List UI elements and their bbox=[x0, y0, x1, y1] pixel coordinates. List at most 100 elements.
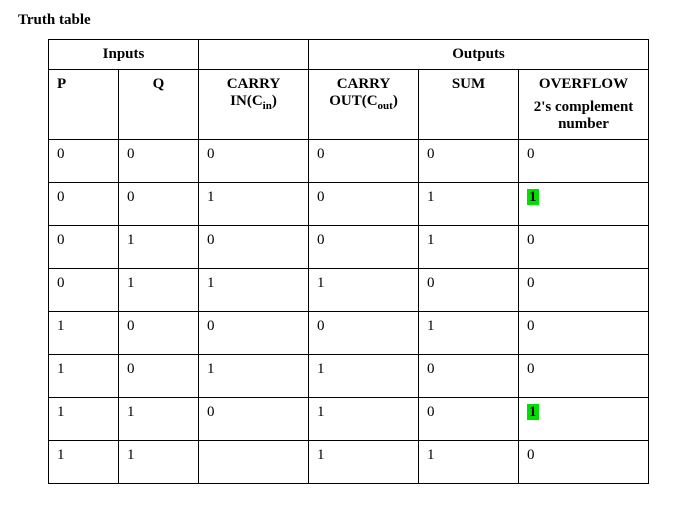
cell-sum: 1 bbox=[419, 441, 519, 484]
cell-value: 1 bbox=[527, 404, 539, 420]
cell-cout: 1 bbox=[309, 398, 419, 441]
cell-value: 0 bbox=[317, 189, 325, 205]
cell-cin bbox=[199, 441, 309, 484]
cell-value: 1 bbox=[127, 232, 135, 248]
cell-cout: 1 bbox=[309, 441, 419, 484]
cell-value: 0 bbox=[527, 318, 535, 334]
cell-cin: 0 bbox=[199, 398, 309, 441]
table-row: 0 0 1 0 1 1 bbox=[49, 183, 649, 226]
cell-value: 1 bbox=[317, 361, 325, 377]
cell-value: 0 bbox=[317, 232, 325, 248]
outputs-group-header: Outputs bbox=[309, 40, 649, 70]
cell-ov: 0 bbox=[519, 140, 649, 183]
table-row: 000000 bbox=[49, 140, 649, 183]
cell-sum: 0 bbox=[419, 140, 519, 183]
cell-value: 1 bbox=[207, 275, 215, 291]
cell-value: 0 bbox=[127, 189, 135, 205]
col-header-overflow: OVERFLOW 2's complement number bbox=[519, 70, 649, 140]
cell-q: 1 bbox=[119, 398, 199, 441]
cell-cout: 0 bbox=[309, 312, 419, 355]
cell-sum: 1 bbox=[419, 183, 519, 226]
cell-value: 1 bbox=[317, 275, 325, 291]
cell-q: 1 bbox=[119, 226, 199, 269]
cell-value: 0 bbox=[57, 275, 65, 291]
cell-value: 1 bbox=[207, 189, 215, 205]
col-header-cin: CARRY IN(Cin) bbox=[199, 70, 309, 140]
cell-ov: 0 bbox=[519, 269, 649, 312]
cell-value: 0 bbox=[527, 146, 535, 162]
page-title: Truth table bbox=[18, 12, 660, 29]
cell-value: 0 bbox=[207, 232, 215, 248]
column-header-row: P Q CARRY IN(Cin) CARRY OUT(Cout) SUM OV… bbox=[49, 70, 649, 140]
cell-sum: 1 bbox=[419, 312, 519, 355]
cell-p: 0 bbox=[49, 226, 119, 269]
cell-value: 1 bbox=[57, 318, 65, 334]
cell-value: 1 bbox=[527, 189, 539, 205]
cell-cout: 1 bbox=[309, 269, 419, 312]
cell-value: 0 bbox=[127, 361, 135, 377]
cell-cout: 0 bbox=[309, 226, 419, 269]
cell-cout: 1 bbox=[309, 355, 419, 398]
cell-p: 1 bbox=[49, 441, 119, 484]
cell-value: 0 bbox=[527, 447, 535, 463]
table-row: 011100 bbox=[49, 269, 649, 312]
col-header-sum: SUM bbox=[419, 70, 519, 140]
cell-value: 1 bbox=[427, 232, 435, 248]
cell-q: 0 bbox=[119, 183, 199, 226]
cell-value: 1 bbox=[427, 447, 435, 463]
table-row: 110101 bbox=[49, 398, 649, 441]
cell-value: 0 bbox=[527, 232, 535, 248]
cell-cin: 1 bbox=[199, 269, 309, 312]
table-row: 1 1 1 1 0 bbox=[49, 441, 649, 484]
cell-p: 0 bbox=[49, 183, 119, 226]
table-row: 0 1 0 0 1 0 bbox=[49, 226, 649, 269]
cell-value: 1 bbox=[57, 361, 65, 377]
cell-value: 1 bbox=[427, 189, 435, 205]
cell-sum: 0 bbox=[419, 269, 519, 312]
cell-value: 1 bbox=[57, 404, 65, 420]
cell-sum: 1 bbox=[419, 226, 519, 269]
cell-value: 0 bbox=[317, 318, 325, 334]
cell-value: 0 bbox=[207, 318, 215, 334]
cell-value: 0 bbox=[57, 232, 65, 248]
col-header-cout: CARRY OUT(Cout) bbox=[309, 70, 419, 140]
cell-q: 0 bbox=[119, 312, 199, 355]
cell-value: 0 bbox=[427, 361, 435, 377]
cell-value: 1 bbox=[207, 361, 215, 377]
cell-ov: 1 bbox=[519, 398, 649, 441]
cell-cin: 1 bbox=[199, 183, 309, 226]
cell-value: 0 bbox=[527, 361, 535, 377]
cell-sum: 0 bbox=[419, 398, 519, 441]
col-header-q: Q bbox=[119, 70, 199, 140]
cell-cout: 0 bbox=[309, 183, 419, 226]
cell-p: 1 bbox=[49, 398, 119, 441]
cell-value: 0 bbox=[427, 146, 435, 162]
cell-cin: 1 bbox=[199, 355, 309, 398]
cell-value: 0 bbox=[127, 318, 135, 334]
cell-cin: 0 bbox=[199, 312, 309, 355]
cell-ov: 0 bbox=[519, 355, 649, 398]
cell-value: 0 bbox=[427, 404, 435, 420]
cell-p: 1 bbox=[49, 312, 119, 355]
cell-ov: 0 bbox=[519, 441, 649, 484]
cell-value: 1 bbox=[317, 404, 325, 420]
cell-value: 0 bbox=[57, 189, 65, 205]
cell-ov: 0 bbox=[519, 226, 649, 269]
cell-value: 0 bbox=[527, 275, 535, 291]
cell-value: 0 bbox=[127, 146, 135, 162]
cell-ov: 0 bbox=[519, 312, 649, 355]
cell-q: 1 bbox=[119, 441, 199, 484]
table-row: 1 0 1 1 0 0 bbox=[49, 355, 649, 398]
cell-value: 1 bbox=[427, 318, 435, 334]
cell-sum: 0 bbox=[419, 355, 519, 398]
cell-value: 0 bbox=[427, 275, 435, 291]
cell-p: 0 bbox=[49, 269, 119, 312]
cell-value: 0 bbox=[57, 146, 65, 162]
inputs-group-header: Inputs bbox=[49, 40, 199, 70]
cell-value: 1 bbox=[317, 447, 325, 463]
table-row: 1 0 0 0 1 0 bbox=[49, 312, 649, 355]
group-header-spacer bbox=[199, 40, 309, 70]
col-header-p: P bbox=[49, 70, 119, 140]
cell-value: 1 bbox=[57, 447, 65, 463]
table-body: 0000000010110100100111001000101011001101… bbox=[49, 140, 649, 484]
